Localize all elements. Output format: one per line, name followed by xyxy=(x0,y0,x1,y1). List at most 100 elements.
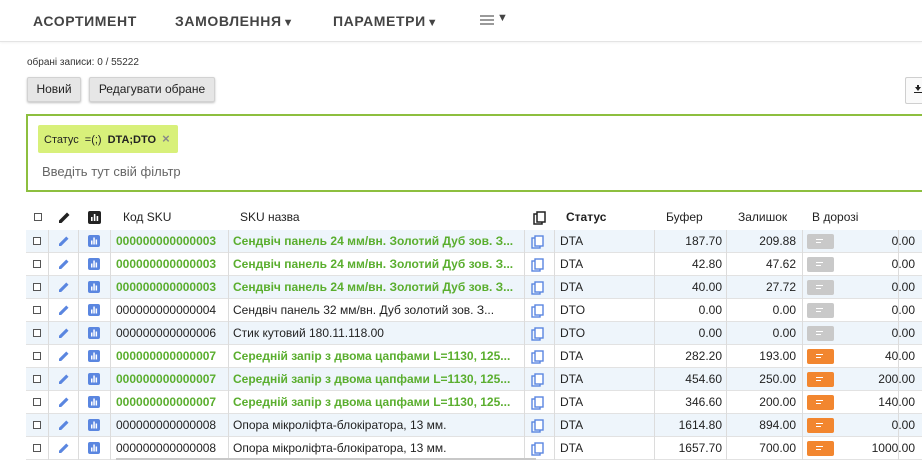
chart-icon[interactable] xyxy=(88,419,100,431)
comment-badge-icon[interactable] xyxy=(807,280,834,295)
balance-value: 47.62 xyxy=(765,257,796,271)
edit-selected-button[interactable]: Редагувати обране xyxy=(89,77,215,102)
edit-pencil-icon[interactable] xyxy=(58,281,70,293)
column-in-transit[interactable]: В дорозі xyxy=(812,204,858,231)
copy-icon[interactable] xyxy=(531,373,544,387)
sku-name: Стик кутовий 180.11.118.00 xyxy=(233,326,384,340)
copy-icon[interactable] xyxy=(531,396,544,410)
copy-icon[interactable] xyxy=(531,258,544,272)
balance-value: 209.88 xyxy=(759,234,796,248)
sku-name: Опора мікроліфта-блокіратора, 13 мм. xyxy=(233,418,447,432)
sku-code: 000000000000003 xyxy=(116,280,217,294)
copy-icon[interactable] xyxy=(531,350,544,364)
row-checkbox[interactable] xyxy=(33,237,41,245)
status-value: DTA xyxy=(560,418,584,432)
table-row[interactable]: 000000000000004 Сендвіч панель 32 мм/вн. … xyxy=(26,299,922,322)
edit-pencil-icon[interactable] xyxy=(58,396,70,408)
edit-pencil-icon[interactable] xyxy=(58,258,70,270)
table-row[interactable]: 000000000000008 Опора мікроліфта-блокірат… xyxy=(26,414,922,437)
chart-icon[interactable] xyxy=(88,235,100,247)
nav-assortment[interactable]: АСОРТИМЕНТ xyxy=(33,13,137,29)
chart-icon[interactable] xyxy=(88,442,100,454)
edit-pencil-icon[interactable] xyxy=(58,235,70,247)
new-button[interactable]: Новий xyxy=(27,77,81,102)
chart-icon[interactable] xyxy=(88,304,100,316)
download-button[interactable] xyxy=(905,77,922,104)
table-row[interactable]: 000000000000007 Середній запір з двома ца… xyxy=(26,391,922,414)
copy-icon[interactable] xyxy=(531,281,544,295)
row-checkbox[interactable] xyxy=(33,260,41,268)
comment-badge-icon[interactable] xyxy=(807,418,834,433)
row-checkbox[interactable] xyxy=(33,329,41,337)
edit-pencil-icon[interactable] xyxy=(58,327,70,339)
copy-icon[interactable] xyxy=(531,442,544,456)
table-row[interactable]: 000000000000003 Сендвіч панель 24 мм/вн. … xyxy=(26,253,922,276)
balance-value: 193.00 xyxy=(759,349,796,363)
column-sku-code[interactable]: Код SKU xyxy=(123,204,171,231)
column-sku-name[interactable]: SKU назва xyxy=(240,204,300,231)
table-row[interactable]: 000000000000008 Опора мікроліфта-блокірат… xyxy=(26,437,922,460)
comment-badge-icon[interactable] xyxy=(807,349,834,364)
chart-icon[interactable] xyxy=(88,396,100,408)
table-row[interactable]: 000000000000007 Середній запір з двома ца… xyxy=(26,368,922,391)
buffer-value: 1657.70 xyxy=(678,441,722,455)
row-checkbox[interactable] xyxy=(33,444,41,452)
close-icon[interactable]: × xyxy=(162,125,170,153)
comment-badge-icon[interactable] xyxy=(807,372,834,387)
sku-name: Сендвіч панель 32 мм/вн. Дуб золотий зов… xyxy=(233,303,495,317)
sku-code: 000000000000008 xyxy=(116,441,217,455)
row-checkbox[interactable] xyxy=(33,421,41,429)
edit-pencil-icon[interactable] xyxy=(58,304,70,316)
filter-input[interactable] xyxy=(42,164,642,179)
table-row[interactable]: 000000000000003 Сендвіч панель 24 мм/вн. … xyxy=(26,230,922,253)
comment-badge-icon[interactable] xyxy=(807,303,834,318)
row-checkbox[interactable] xyxy=(33,283,41,291)
row-checkbox[interactable] xyxy=(33,352,41,360)
chart-icon[interactable] xyxy=(88,350,100,362)
in-transit-value: 140.00 xyxy=(878,395,915,409)
table-row[interactable]: 000000000000006 Стик кутовий 180.11.118.0… xyxy=(26,322,922,345)
selection-count: обрані записи: 0 / 55222 xyxy=(27,57,139,68)
sku-name: Сендвіч панель 24 мм/вн. Золотий Дуб зов… xyxy=(233,257,514,271)
balance-value: 200.00 xyxy=(759,395,796,409)
comment-badge-icon[interactable] xyxy=(807,257,834,272)
balance-value: 894.00 xyxy=(759,418,796,432)
nav-orders[interactable]: ЗАМОВЛЕННЯ▼ xyxy=(175,13,294,29)
chart-icon[interactable] xyxy=(88,281,100,293)
in-transit-value: 200.00 xyxy=(878,372,915,386)
buffer-value: 454.60 xyxy=(685,372,722,386)
copy-icon[interactable] xyxy=(531,304,544,318)
edit-pencil-icon[interactable] xyxy=(58,350,70,362)
filter-chip-status[interactable]: Статус =(;) DTA;DTO × xyxy=(38,125,178,153)
edit-pencil-icon[interactable] xyxy=(58,419,70,431)
buffer-value: 0.00 xyxy=(698,326,722,340)
comment-badge-icon[interactable] xyxy=(807,326,834,341)
table-row[interactable]: 000000000000003 Сендвіч панель 24 мм/вн. … xyxy=(26,276,922,299)
chart-icon[interactable] xyxy=(88,258,100,270)
row-checkbox[interactable] xyxy=(33,375,41,383)
row-checkbox[interactable] xyxy=(33,306,41,314)
edit-pencil-icon[interactable] xyxy=(58,373,70,385)
copy-icon[interactable] xyxy=(531,235,544,249)
chart-icon[interactable] xyxy=(88,373,100,385)
chart-icon[interactable] xyxy=(88,327,100,339)
status-value: DTA xyxy=(560,349,584,363)
copy-icon[interactable] xyxy=(531,327,544,341)
sku-name: Опора мікроліфта-блокіратора, 13 мм. xyxy=(233,441,447,455)
buffer-value: 282.20 xyxy=(685,349,722,363)
copy-icon[interactable] xyxy=(531,419,544,433)
column-status[interactable]: Статус xyxy=(566,204,606,231)
nav-parameters[interactable]: ПАРАМЕТРИ▼ xyxy=(333,13,438,29)
top-navigation: АСОРТИМЕНТ ЗАМОВЛЕННЯ▼ ПАРАМЕТРИ▼ ▼ xyxy=(0,0,922,42)
column-buffer[interactable]: Буфер xyxy=(666,204,703,231)
table-row[interactable]: 000000000000007 Середній запір з двома ца… xyxy=(26,345,922,368)
comment-badge-icon[interactable] xyxy=(807,234,834,249)
edit-pencil-icon[interactable] xyxy=(58,442,70,454)
sku-code: 000000000000007 xyxy=(116,395,217,409)
row-checkbox[interactable] xyxy=(33,398,41,406)
comment-badge-icon[interactable] xyxy=(807,441,834,456)
hamburger-menu-icon[interactable]: ▼ xyxy=(480,12,510,27)
status-value: DTO xyxy=(560,326,586,340)
comment-badge-icon[interactable] xyxy=(807,395,834,410)
column-balance[interactable]: Залишок xyxy=(738,204,787,231)
